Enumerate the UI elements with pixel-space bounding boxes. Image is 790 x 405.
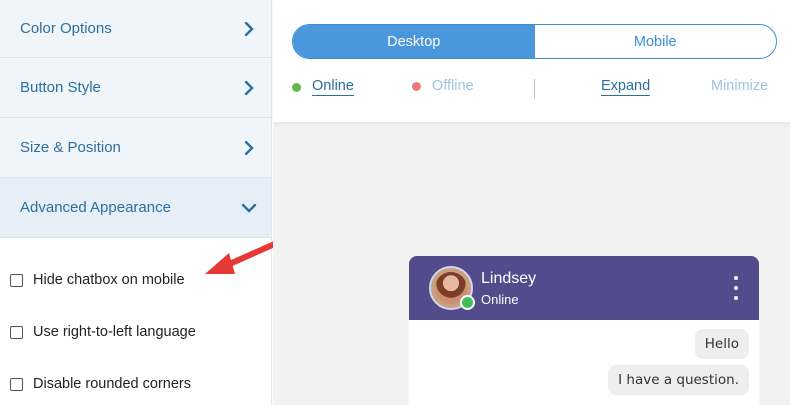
online-dot-icon [292,82,301,92]
expand-option[interactable]: Expand [601,78,651,96]
option-label: Hide chatbox on mobile [33,272,185,288]
status-online-label: Online [312,78,354,96]
section-label: Button Style [20,79,101,96]
checkbox[interactable] [10,377,23,391]
section-color-options[interactable]: Color Options [0,0,271,58]
preview-area: Desktop Mobile Online Offline Expand Min… [273,0,790,405]
settings-sidebar: Color Options Button Style Size & Positi… [0,0,272,405]
divider [534,79,535,98]
offline-dot-icon [412,81,421,91]
section-label: Color Options [20,20,112,37]
kebab-menu-icon[interactable] [733,276,739,300]
status-toggle-row: Online Offline Expand Minimize [292,78,782,100]
message-bubble: Hello [694,329,749,359]
chevron-down-icon [239,198,259,218]
section-size-position[interactable]: Size & Position [0,118,271,178]
tab-mobile[interactable]: Mobile [535,25,777,58]
chat-widget-preview: Lindsey Online Hello I have a question. [409,256,759,405]
option-disable-rounded-corners[interactable]: Disable rounded corners [0,358,271,405]
message-bubble: I have a question. [608,365,749,395]
chevron-right-icon [239,19,259,39]
option-label: Disable rounded corners [33,376,191,392]
section-label: Size & Position [20,139,121,156]
option-right-to-left[interactable]: Use right-to-left language [0,306,271,358]
agent-status: Online [481,291,519,307]
section-advanced-appearance[interactable]: Advanced Appearance [0,178,271,238]
option-label: Use right-to-left language [33,324,196,340]
agent-info: Lindsey Online [481,270,536,307]
chat-messages: Hello I have a question. [409,320,759,405]
status-offline-option[interactable]: Offline [412,78,474,94]
chevron-right-icon [239,78,259,98]
checkbox[interactable] [10,273,23,287]
status-online-option[interactable]: Online [292,78,354,96]
avatar [429,266,475,310]
chevron-right-icon [239,138,259,158]
agent-name: Lindsey [481,269,537,287]
status-offline-label: Offline [432,78,474,94]
online-indicator-icon [460,295,475,310]
preview-controls: Desktop Mobile Online Offline Expand Min… [273,0,790,122]
minimize-label: Minimize [711,78,769,94]
section-label: Advanced Appearance [20,199,171,216]
minimize-option[interactable]: Minimize [711,78,768,94]
option-hide-chatbox-mobile[interactable]: Hide chatbox on mobile [0,254,271,306]
chat-header: Lindsey Online [409,256,759,320]
checkbox[interactable] [10,325,23,339]
expand-label: Expand [601,78,651,96]
device-toggle: Desktop Mobile [292,24,777,59]
section-button-style[interactable]: Button Style [0,58,271,118]
tab-desktop[interactable]: Desktop [293,25,535,58]
